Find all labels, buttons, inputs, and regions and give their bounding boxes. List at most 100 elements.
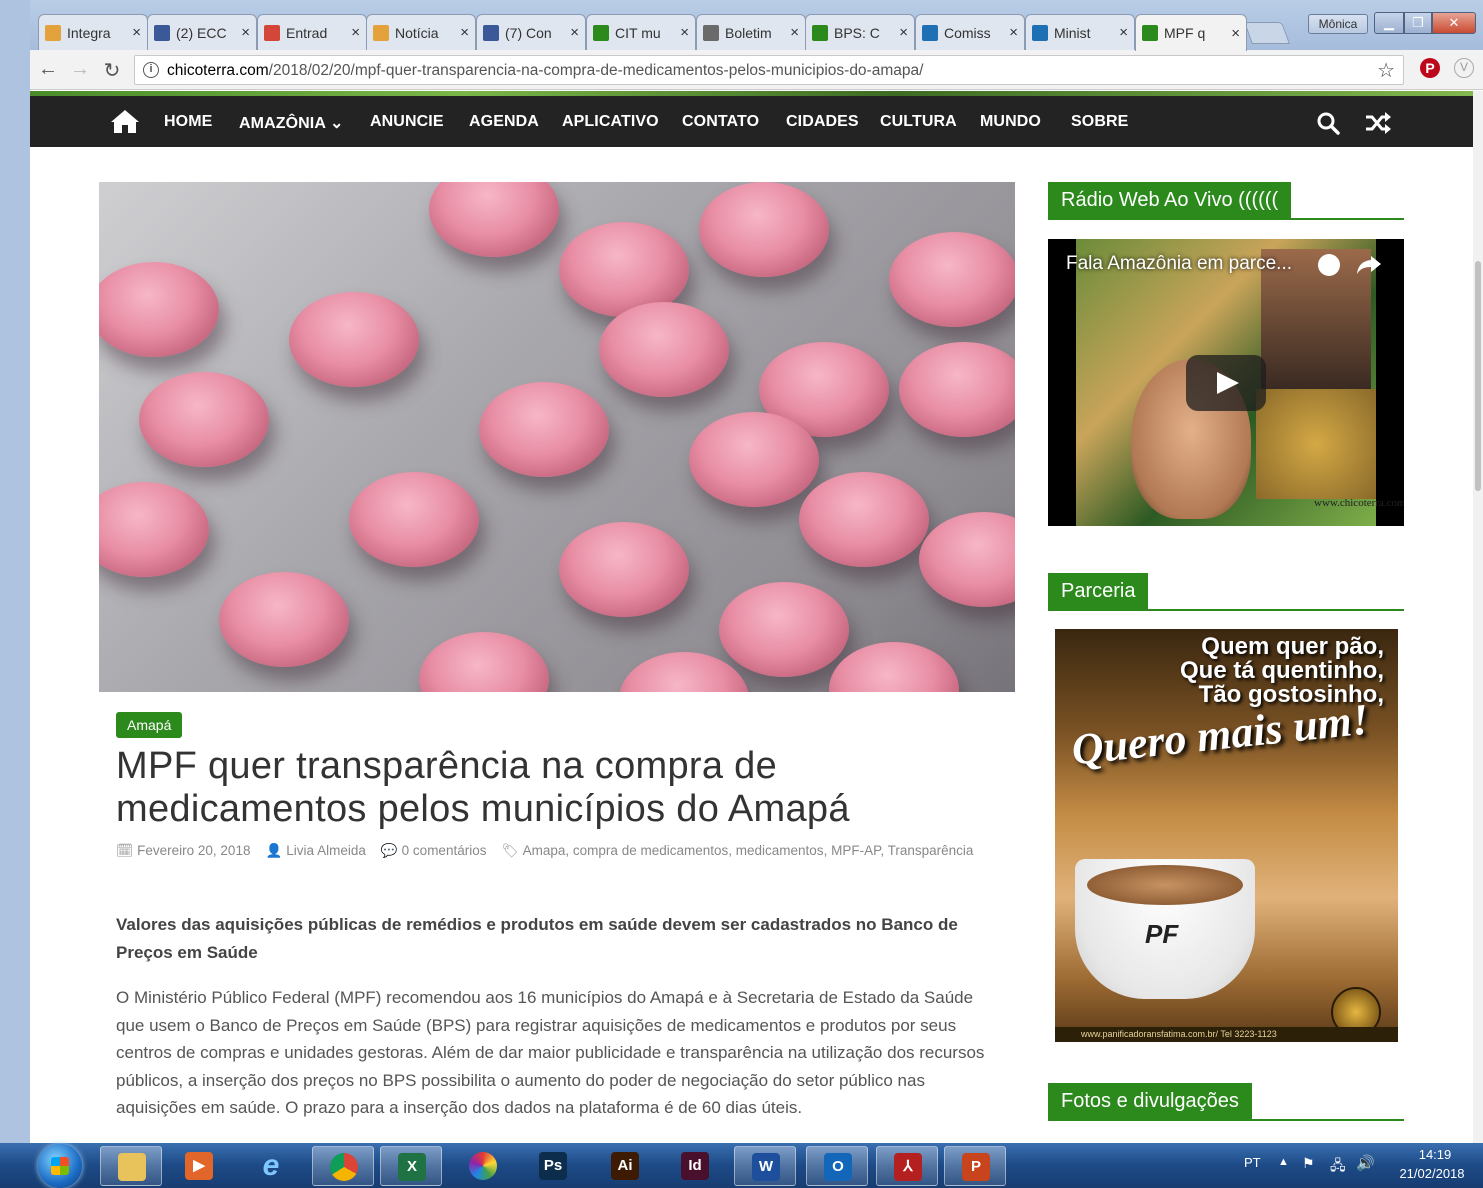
action-center-flag-icon[interactable]: ⚑ (1302, 1155, 1315, 1172)
close-window-button[interactable]: ✕ (1432, 12, 1476, 34)
browser-tab[interactable]: Boletim × (696, 14, 806, 50)
close-tab-icon[interactable]: × (899, 24, 908, 41)
browser-tab[interactable]: Integra × (38, 14, 148, 50)
scrollbar-thumb[interactable] (1475, 261, 1481, 491)
share-icon[interactable] (1356, 253, 1382, 277)
taskbar-internet-explorer-button[interactable]: e (240, 1146, 302, 1186)
browser-tab[interactable]: Entrad × (257, 14, 367, 50)
taskbar-acrobat-button[interactable]: ⅄ (876, 1146, 938, 1186)
close-tab-icon[interactable]: × (1009, 24, 1018, 41)
start-button[interactable] (38, 1144, 82, 1188)
nav-item[interactable]: MUNDO (980, 113, 1041, 131)
post-tag[interactable]: Transparência (888, 843, 974, 858)
close-tab-icon[interactable]: × (1119, 24, 1128, 41)
taskbar-explorer-button[interactable] (100, 1146, 162, 1186)
close-tab-icon[interactable]: × (351, 24, 360, 41)
new-tab-button[interactable] (1243, 22, 1291, 44)
close-tab-icon[interactable]: × (460, 24, 469, 41)
video-jaguar-image (1256, 389, 1376, 499)
taskbar-illustrator-button[interactable]: Ai (594, 1146, 656, 1186)
network-icon[interactable]: 🖧 (1330, 1155, 1346, 1179)
clock-time[interactable]: 14:19 (1398, 1147, 1472, 1162)
browser-tab[interactable]: MPF q × (1135, 14, 1247, 51)
nav-item[interactable]: ANUNCIE (370, 113, 444, 131)
tab-title: Notícia (395, 24, 439, 41)
browser-toolbar: ← → ↻ i chicoterra.com/2018/02/20/mpf-qu… (30, 50, 1483, 90)
close-tab-icon[interactable]: × (570, 24, 579, 41)
post-author[interactable]: Livia Almeida (286, 843, 366, 858)
browser-tab[interactable]: Comiss × (915, 14, 1025, 50)
taskbar-powerpoint-button[interactable]: P (944, 1146, 1006, 1186)
search-icon[interactable] (1316, 111, 1340, 135)
browser-tab[interactable]: Minist × (1025, 14, 1135, 50)
video-player[interactable]: www.chicoterra.com Fala Amazônia em parc… (1048, 239, 1404, 526)
close-tab-icon[interactable]: × (680, 24, 689, 41)
volume-icon[interactable]: 🔊 (1356, 1154, 1375, 1172)
browser-tab[interactable]: (7) Con × (476, 14, 586, 50)
close-tab-icon[interactable]: × (132, 24, 141, 41)
post-comments[interactable]: 0 comentários (402, 843, 487, 858)
home-icon[interactable] (110, 108, 140, 134)
info-icon[interactable]: i (143, 62, 159, 78)
taskbar-outlook-button[interactable]: O (806, 1146, 868, 1186)
category-badge[interactable]: Amapá (116, 712, 183, 738)
shuffle-icon[interactable] (1364, 110, 1392, 136)
forward-icon[interactable]: → (68, 58, 92, 81)
play-button[interactable] (1186, 355, 1266, 411)
pill-image (99, 482, 209, 577)
taskbar-media-player-button[interactable]: ▶ (168, 1146, 230, 1186)
browser-tab[interactable]: Notícia × (366, 14, 476, 50)
nav-item[interactable]: AGENDA (469, 113, 539, 131)
tab-title: MPF q (1164, 25, 1206, 41)
back-icon[interactable]: ← (36, 58, 60, 81)
close-tab-icon[interactable]: × (790, 24, 799, 41)
bookmark-star-icon[interactable]: ☆ (1377, 58, 1395, 83)
nav-item[interactable]: AMAZÔNIA ⌄ (239, 113, 343, 133)
browser-tab[interactable]: BPS: C × (805, 14, 915, 50)
taskbar-indesign-button[interactable]: Id (664, 1146, 726, 1186)
clock-date[interactable]: 21/02/2018 (1392, 1166, 1472, 1181)
post-tag[interactable]: medicamentos (736, 843, 824, 858)
excel-icon: X (398, 1153, 426, 1181)
pill-image (289, 292, 419, 387)
nav-item[interactable]: CULTURA (880, 113, 957, 131)
pill-image (429, 182, 559, 257)
extension-icon[interactable]: V (1454, 58, 1474, 78)
facebook-icon (154, 24, 170, 41)
nav-item[interactable]: APLICATIVO (562, 113, 659, 131)
url-text[interactable]: chicoterra.com/2018/02/20/mpf-quer-trans… (167, 62, 923, 80)
featured-image[interactable] (99, 182, 1015, 692)
nav-item[interactable]: HOME (164, 113, 212, 131)
browser-tab[interactable]: CIT mu × (586, 14, 696, 50)
address-bar[interactable]: i chicoterra.com/2018/02/20/mpf-quer-tra… (134, 55, 1404, 85)
language-indicator[interactable]: PT (1244, 1155, 1261, 1170)
nav-item[interactable]: SOBRE (1071, 113, 1128, 131)
close-tab-icon[interactable]: × (1231, 25, 1240, 42)
tag-icon: 🏷 (501, 843, 519, 858)
minimize-button[interactable]: ▁ (1374, 12, 1404, 34)
tray-expand-icon[interactable]: ▲ (1278, 1156, 1289, 1168)
reload-icon[interactable]: ↻ (100, 58, 124, 83)
nav-item[interactable]: CIDADES (786, 113, 859, 131)
bakery-advertisement[interactable]: Quem quer pão, Que tá quentinho, Tão gos… (1055, 629, 1398, 1042)
page-scrollbar[interactable] (1473, 91, 1483, 1143)
taskbar-excel-button[interactable]: X (380, 1146, 442, 1186)
browser-tab[interactable]: (2) ECC × (147, 14, 257, 50)
nav-item[interactable]: CONTATO (682, 113, 759, 131)
taskbar-picasa-button[interactable] (452, 1146, 514, 1186)
taskbar-photoshop-button[interactable]: Ps (522, 1146, 584, 1186)
taskbar-word-button[interactable]: W (734, 1146, 796, 1186)
post-tag[interactable]: MPF-AP (831, 843, 880, 858)
tab-title: (7) Con (505, 24, 552, 41)
profile-button[interactable]: Mônica (1308, 14, 1368, 34)
pill-image (829, 642, 959, 692)
maximize-button[interactable]: ❐ (1404, 12, 1432, 34)
video-title[interactable]: Fala Amazônia em parce... (1066, 253, 1292, 275)
post-tag[interactable]: compra de medicamentos (573, 843, 728, 858)
taskbar-chrome-button[interactable] (312, 1146, 374, 1186)
watch-later-icon[interactable] (1318, 254, 1340, 276)
pinterest-icon[interactable]: P (1420, 58, 1440, 78)
close-tab-icon[interactable]: × (241, 24, 250, 41)
post-tag[interactable]: Amapa (523, 843, 566, 858)
post-date[interactable]: Fevereiro 20, 2018 (137, 843, 250, 858)
